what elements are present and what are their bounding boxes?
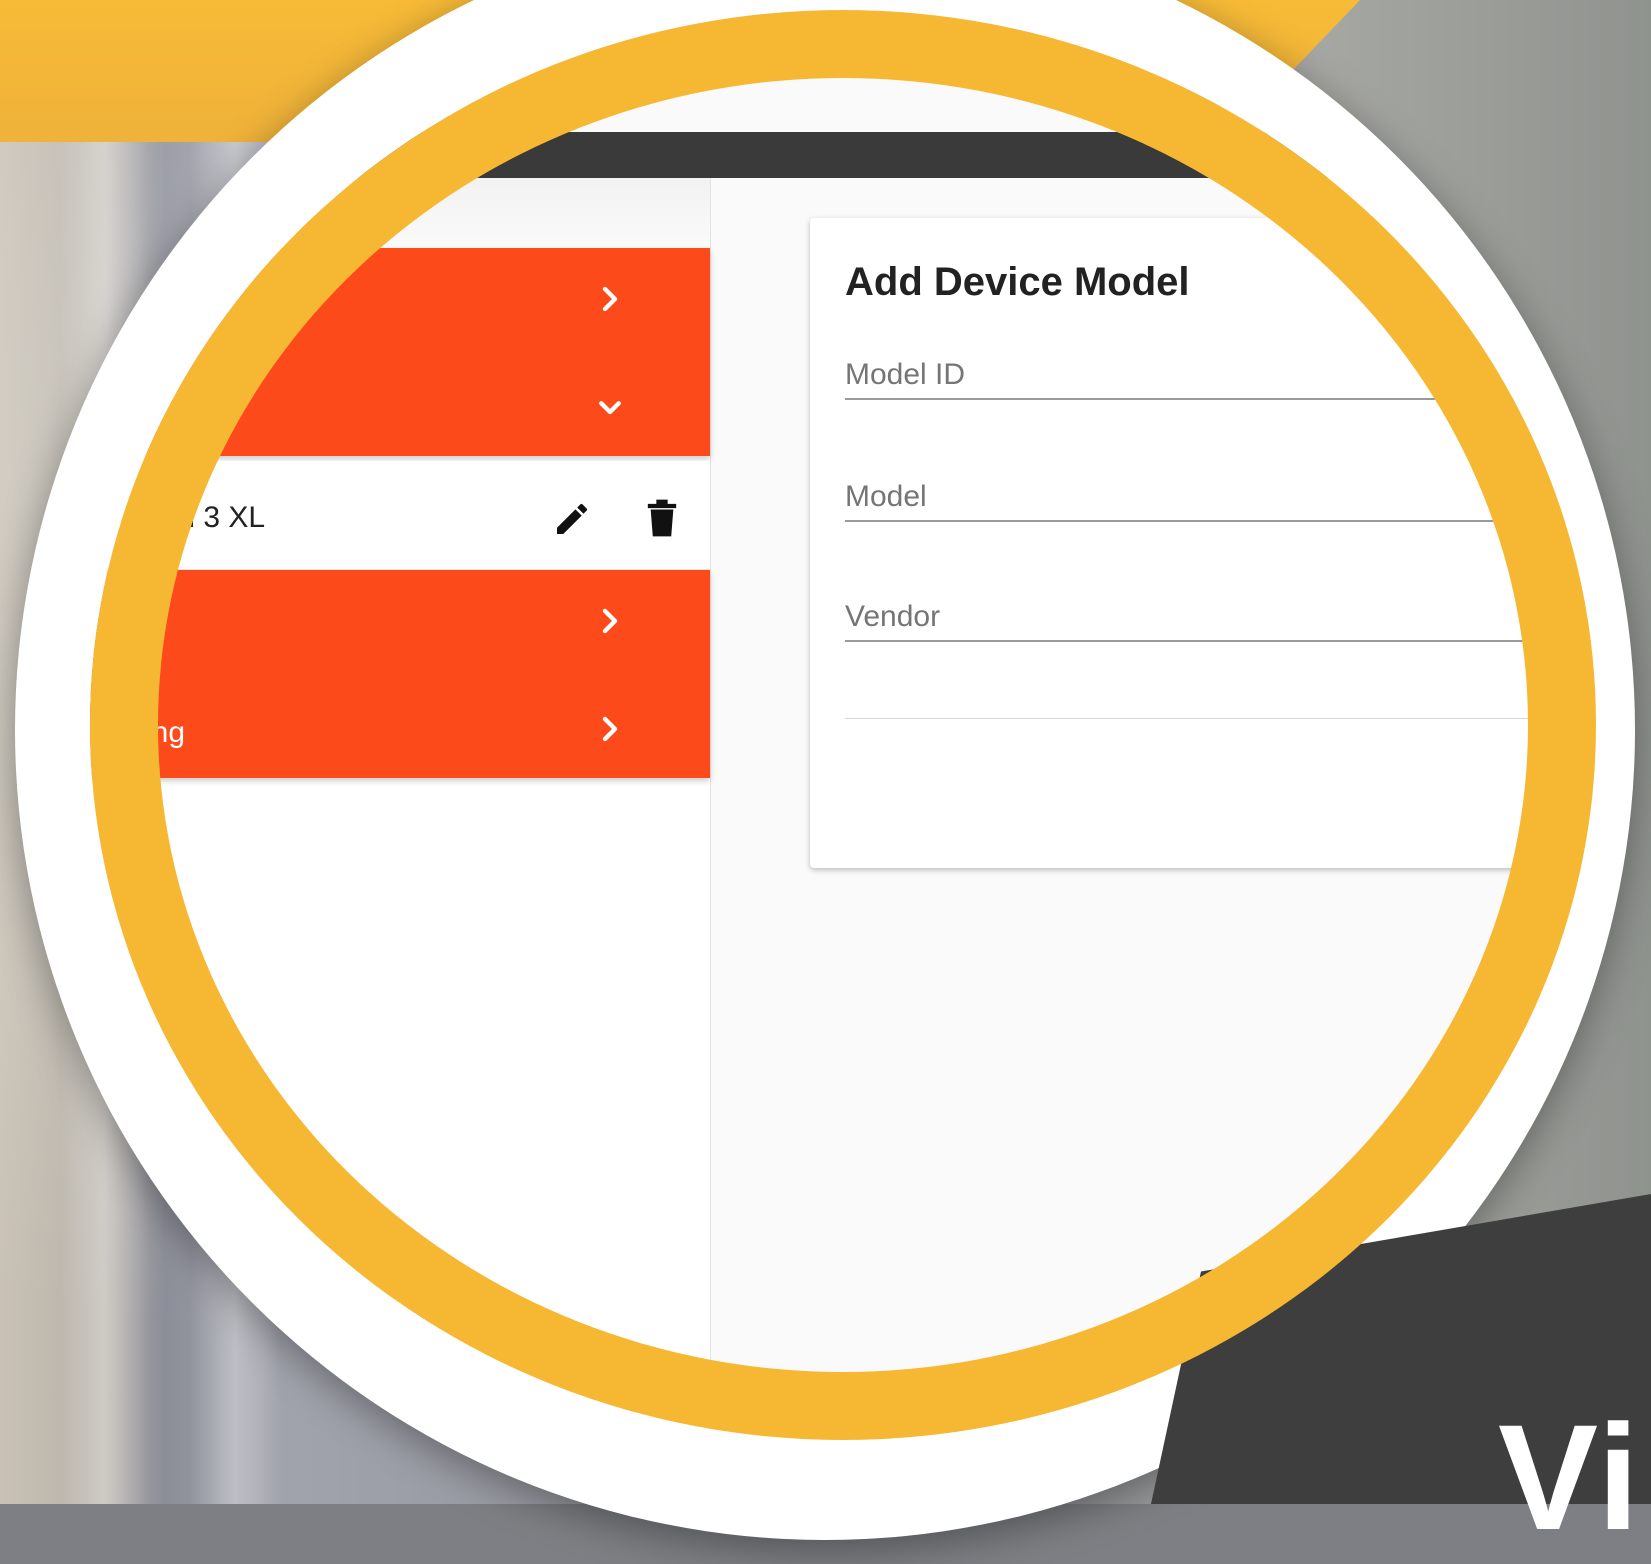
category-label: ei xyxy=(135,608,159,641)
corner-heading: Vi xyxy=(1497,1393,1641,1561)
model-id-field xyxy=(845,358,1596,400)
form-title: Add Device Model xyxy=(845,260,1190,304)
device-label: ixel 3 XL xyxy=(150,501,266,534)
trash-icon[interactable] xyxy=(645,497,679,539)
vendor-input[interactable] xyxy=(845,600,1596,642)
category-label: ung xyxy=(135,716,186,749)
chevron-down-icon xyxy=(599,401,621,415)
panel-header-label: EL xyxy=(300,210,330,237)
category-group xyxy=(90,248,710,456)
chevron-right-icon xyxy=(602,286,618,312)
app-toolbar xyxy=(90,132,1596,178)
panel-header: EL xyxy=(90,178,710,248)
category-row[interactable]: ung xyxy=(90,678,710,778)
category-row[interactable] xyxy=(90,248,710,356)
model-input[interactable] xyxy=(845,480,1596,522)
vendor-field xyxy=(845,600,1596,642)
category-row[interactable]: ei xyxy=(90,570,710,678)
left-panel: EL ixel 3 XL ei ung xyxy=(90,178,711,1440)
field-divider xyxy=(845,718,1596,719)
model-id-input[interactable] xyxy=(845,358,1596,400)
category-row-expanded[interactable] xyxy=(90,356,710,456)
add-device-model-card: Add Device Model xyxy=(810,218,1596,868)
device-list-item[interactable]: ixel 3 XL xyxy=(90,461,710,570)
category-group: ei ung xyxy=(90,570,710,778)
model-field xyxy=(845,480,1596,522)
chevron-right-icon xyxy=(602,608,618,634)
magnifier-lens: EL ixel 3 XL ei ung Add Device Model Mod… xyxy=(90,10,1596,1440)
chevron-right-icon xyxy=(602,716,618,742)
pencil-icon[interactable] xyxy=(552,499,592,539)
